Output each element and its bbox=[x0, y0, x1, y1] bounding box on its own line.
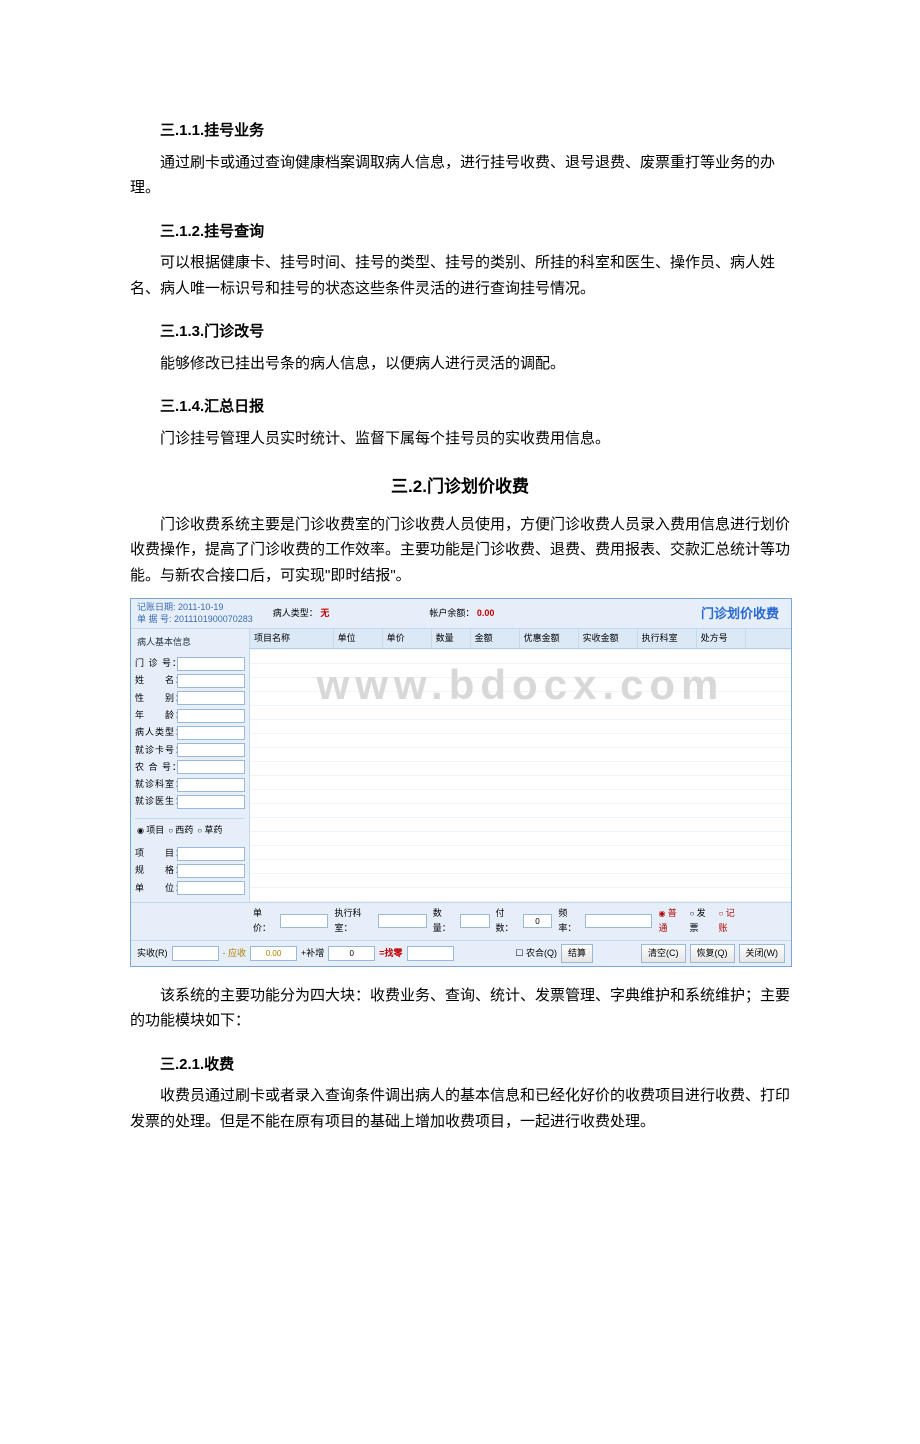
label-visit-card: 就诊卡号： bbox=[135, 743, 177, 758]
value-add: 0 bbox=[328, 946, 375, 961]
header-left-block: 记账日期: 2011-10-19 单 据 号: 2011101900070283 bbox=[137, 602, 253, 625]
col-rx-no: 处方号 bbox=[697, 629, 746, 648]
heading-3-2: 三.2.门诊划价收费 bbox=[130, 473, 790, 502]
radio-charge-account[interactable]: 记账 bbox=[719, 906, 742, 937]
col-qty: 数量 bbox=[432, 629, 471, 648]
col-price: 单价 bbox=[383, 629, 432, 648]
radio-invoice[interactable]: 发票 bbox=[690, 906, 713, 937]
clear-button[interactable]: 清空(C) bbox=[641, 944, 686, 963]
radio-item[interactable]: 项目 bbox=[137, 823, 164, 838]
col-actual: 实收金额 bbox=[579, 629, 638, 648]
col-discount: 优惠金额 bbox=[520, 629, 579, 648]
input-visit-doctor[interactable] bbox=[177, 795, 245, 809]
input-frequency[interactable] bbox=[585, 914, 652, 928]
col-exec-dept: 执行科室 bbox=[638, 629, 697, 648]
value-should-receive: 0.00 bbox=[250, 946, 297, 961]
input-outpatient-no[interactable] bbox=[177, 657, 245, 671]
record-date-value: 2011-10-19 bbox=[178, 602, 223, 612]
label-quantity: 数量： bbox=[433, 906, 458, 937]
paragraph-3-2-a: 门诊收费系统主要是门诊收费室的门诊收费人员使用，方便门诊收费人员录入费用信息进行… bbox=[130, 512, 790, 589]
recover-button[interactable]: 恢复(Q) bbox=[690, 944, 735, 963]
label-gender: 性 别： bbox=[135, 691, 177, 706]
bill-no-label: 单 据 号: bbox=[137, 614, 172, 624]
heading-3-2-1: 三.2.1.收费 bbox=[160, 1052, 790, 1078]
input-visit-dept[interactable] bbox=[177, 778, 245, 792]
radio-herbal-med[interactable]: 草药 bbox=[197, 823, 222, 838]
heading-3-1-1: 三.1.1.挂号业务 bbox=[160, 118, 790, 144]
heading-3-1-4: 三.1.4.汇总日报 bbox=[160, 394, 790, 420]
paragraph-3-2-b: 该系统的主要功能分为四大块：收费业务、查询、统计、发票管理、字典维护和系统维护；… bbox=[130, 983, 790, 1034]
label-frequency: 频率： bbox=[558, 906, 583, 937]
paragraph-3-1-2: 可以根据健康卡、挂号时间、挂号的类型、挂号的类别、所挂的科室和医生、操作员、病人… bbox=[130, 250, 790, 301]
patient-info-sidebar: 病人基本信息 门 诊 号： 姓 名： 性 别： 年 龄： 病人类型： 就诊卡号：… bbox=[131, 629, 250, 902]
watermark-text: www.bdocx.com bbox=[250, 649, 791, 720]
screenshot-header-bar: 记账日期: 2011-10-19 单 据 号: 2011101900070283… bbox=[131, 599, 791, 628]
heading-3-1-3: 三.1.3.门诊改号 bbox=[160, 319, 790, 345]
checkbox-nrcms[interactable]: 农合(Q) bbox=[515, 946, 557, 961]
label-doses: 付数： bbox=[496, 906, 521, 937]
col-unit: 单位 bbox=[334, 629, 383, 648]
label-should-receive: - 应收 bbox=[223, 946, 247, 961]
label-age: 年 龄： bbox=[135, 708, 177, 723]
input-gender[interactable] bbox=[177, 691, 245, 705]
grid-body[interactable]: www.bdocx.com bbox=[250, 649, 791, 902]
input-doses[interactable]: 0 bbox=[523, 914, 553, 928]
patient-type-label: 病人类型： bbox=[273, 608, 318, 618]
input-spec[interactable] bbox=[177, 864, 245, 878]
input-unit[interactable] bbox=[177, 881, 245, 895]
label-unit-price: 单价： bbox=[253, 906, 278, 937]
settle-button[interactable]: 结算 bbox=[561, 944, 593, 963]
input-nrcms-no[interactable] bbox=[177, 760, 245, 774]
label-outpatient-no: 门 诊 号： bbox=[135, 656, 177, 671]
account-balance: 帐户余额： 0.00 bbox=[429, 606, 494, 621]
input-unit-price[interactable] bbox=[280, 914, 328, 928]
paragraph-3-1-1: 通过刷卡或通过查询健康档案调取病人信息，进行挂号收费、退号退费、废票重打等业务的… bbox=[130, 150, 790, 201]
account-balance-label: 帐户余额： bbox=[429, 608, 474, 618]
record-date-label: 记账日期: bbox=[137, 602, 176, 612]
input-name[interactable] bbox=[177, 674, 245, 688]
heading-3-1-2: 三.1.2.挂号查询 bbox=[160, 219, 790, 245]
sidebar-title: 病人基本信息 bbox=[135, 633, 245, 654]
account-balance-value: 0.00 bbox=[477, 608, 495, 618]
label-exec-dept: 执行科室： bbox=[334, 906, 376, 937]
input-item[interactable] bbox=[177, 847, 245, 861]
patient-type: 病人类型： 无 bbox=[273, 606, 330, 621]
input-quantity[interactable] bbox=[460, 914, 490, 928]
lower-bar-1: 单价： 执行科室： 数量： 付数：0 频率： 普通 发票 记账 bbox=[131, 902, 791, 940]
label-add: +补增 bbox=[301, 946, 324, 961]
col-blank bbox=[746, 629, 791, 648]
input-actual-receive[interactable] bbox=[172, 946, 219, 961]
grid-area: 项目名称 单位 单价 数量 金额 优惠金额 实收金额 执行科室 处方号 www.… bbox=[250, 629, 791, 902]
label-patient-type: 病人类型： bbox=[135, 725, 177, 740]
grid-header: 项目名称 单位 单价 数量 金额 优惠金额 实收金额 执行科室 处方号 bbox=[250, 629, 791, 649]
bill-no-value: 2011101900070283 bbox=[174, 614, 253, 624]
patient-type-value: 无 bbox=[320, 608, 329, 618]
label-name: 姓 名： bbox=[135, 673, 177, 688]
label-change: =找零 bbox=[379, 946, 402, 961]
label-nrcms-no: 农 合 号： bbox=[135, 760, 177, 775]
col-amount: 金额 bbox=[471, 629, 520, 648]
item-type-radio-group: 项目 西药 草药 bbox=[135, 818, 245, 842]
radio-western-med[interactable]: 西药 bbox=[168, 823, 193, 838]
outpatient-pricing-screenshot: 记账日期: 2011-10-19 单 据 号: 2011101900070283… bbox=[130, 598, 792, 966]
label-actual-receive: 实收(R) bbox=[137, 946, 168, 961]
input-age[interactable] bbox=[177, 709, 245, 723]
input-patient-type[interactable] bbox=[177, 726, 245, 740]
value-change bbox=[407, 946, 454, 961]
close-button[interactable]: 关闭(W) bbox=[739, 944, 786, 963]
label-spec: 规 格： bbox=[135, 863, 177, 878]
radio-normal[interactable]: 普通 bbox=[658, 906, 683, 937]
label-unit: 单 位： bbox=[135, 881, 177, 896]
screen-title: 门诊划价收费 bbox=[701, 603, 785, 625]
lower-bar-2: 实收(R) - 应收 0.00 +补增 0 =找零 农合(Q) 结算 清空(C)… bbox=[131, 940, 791, 966]
paragraph-3-1-3: 能够修改已挂出号条的病人信息，以便病人进行灵活的调配。 bbox=[130, 351, 790, 377]
label-item: 项 目： bbox=[135, 846, 177, 861]
paragraph-3-1-4: 门诊挂号管理人员实时统计、监督下属每个挂号员的实收费用信息。 bbox=[130, 426, 790, 452]
input-exec-dept[interactable] bbox=[378, 914, 426, 928]
label-visit-dept: 就诊科室： bbox=[135, 777, 177, 792]
input-visit-card[interactable] bbox=[177, 743, 245, 757]
label-visit-doctor: 就诊医生： bbox=[135, 794, 177, 809]
col-item-name: 项目名称 bbox=[250, 629, 334, 648]
paragraph-3-2-1: 收费员通过刷卡或者录入查询条件调出病人的基本信息和已经化好价的收费项目进行收费、… bbox=[130, 1083, 790, 1134]
